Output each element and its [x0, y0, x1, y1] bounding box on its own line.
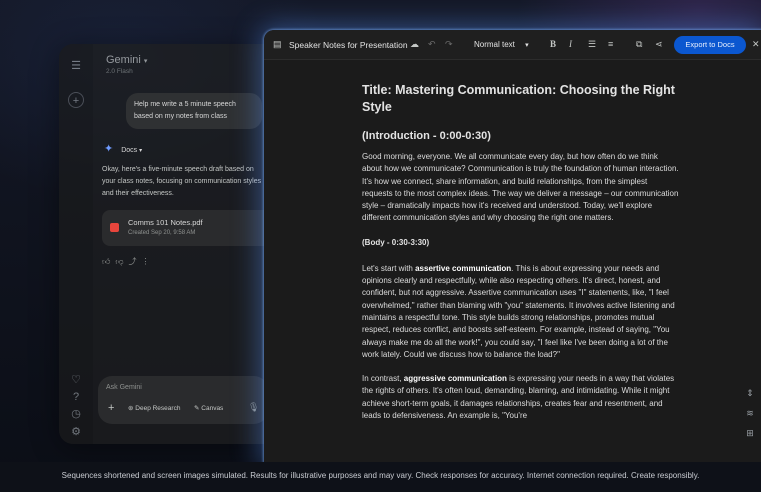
p2-text-a: In contrast,	[362, 374, 404, 384]
menu-icon[interactable]: ☰	[68, 58, 84, 74]
response-source: ✦ Docs ▾	[104, 142, 142, 155]
gemini-reply: Okay, here's a five-minute speech draft …	[102, 166, 262, 197]
settings-icon[interactable]: ⚙	[68, 424, 84, 440]
thumbs-down-icon[interactable]: 👎︎	[115, 257, 128, 266]
research-icon: ⊛	[128, 405, 134, 412]
add-icon[interactable]: +	[108, 402, 114, 414]
p1-text-b: . This is about expressing your needs an…	[362, 263, 675, 359]
attached-file-card[interactable]: Comms 101 Notes.pdf Created Sep 20, 9:58…	[102, 210, 272, 246]
cloud-icon: ☁	[410, 39, 419, 49]
more-icon[interactable]: ⋮	[142, 257, 155, 266]
redo-icon[interactable]: ↷	[445, 39, 453, 50]
document-body[interactable]: Title: Mastering Communication: Choosing…	[362, 82, 680, 434]
text-style-select[interactable]: Normal text ▾	[474, 40, 529, 49]
source-label: Docs	[121, 147, 138, 154]
canvas-chip[interactable]: ✎ Canvas	[194, 404, 223, 412]
mic-icon[interactable]: 🎙︎	[248, 402, 259, 413]
export-to-docs-button[interactable]: Export to Docs	[674, 36, 746, 54]
ask-gemini-box[interactable]: Ask Gemini + ⊛ Deep Research ✎ Canvas 🎙︎	[98, 376, 268, 424]
copy-icon[interactable]: ⧉	[636, 39, 642, 50]
undo-icon[interactable]: ↶	[428, 39, 436, 50]
close-icon[interactable]: ✕	[752, 39, 760, 50]
intro-heading: (Introduction - 0:00-0:30)	[362, 130, 491, 142]
bulleted-list-icon[interactable]: ☰	[588, 39, 596, 50]
canvas-editor: ▤ Speaker Notes for Presentation ☁ ↶ ↷ N…	[264, 30, 761, 462]
model-label: 2.0 Flash	[106, 68, 133, 75]
chevron-down-icon[interactable]: ▾	[139, 148, 142, 154]
deep-research-label: Deep Research	[135, 405, 181, 412]
thumbs-up-icon[interactable]: 👍︎	[102, 257, 115, 266]
gemini-spark-icon: ✦	[104, 143, 114, 155]
gemini-nav-rail: ☰ + ♡ ? ◷ ⚙	[59, 44, 93, 444]
share-icon[interactable]: ⤴	[129, 257, 142, 266]
canvas-toolbar: ▤ Speaker Notes for Presentation ☁ ↶ ↷ N…	[264, 30, 761, 60]
chevron-down-icon: ▾	[143, 58, 148, 65]
history-icon[interactable]: ◷	[68, 406, 84, 422]
italic-icon[interactable]: I	[569, 39, 572, 49]
disclaimer-footer: Sequences shortened and screen images si…	[0, 462, 761, 492]
deep-research-chip[interactable]: ⊛ Deep Research	[128, 404, 180, 412]
body-heading: (Body - 0:30-3:30)	[362, 237, 430, 247]
assertive-paragraph: Let's start with assertive communication…	[362, 263, 680, 361]
canvas-icon: ✎	[194, 405, 200, 412]
document-heading: Title: Mastering Communication: Choosing…	[362, 83, 675, 114]
side-tools: ⇕ ≋ ⊞	[741, 388, 759, 448]
canvas-label: Canvas	[201, 405, 224, 412]
file-date: Created Sep 20, 9:58 AM	[128, 230, 196, 236]
p1-text-a: Let's start with	[362, 263, 416, 273]
numbered-list-icon[interactable]: ≡	[608, 39, 613, 49]
gemini-title[interactable]: Gemini ▾	[106, 54, 147, 66]
chevron-down-icon: ▾	[525, 42, 529, 49]
bold-icon[interactable]: B	[550, 39, 556, 49]
help-icon[interactable]: ?	[68, 389, 84, 405]
document-icon: ▤	[273, 39, 282, 49]
aggressive-paragraph: In contrast, aggressive communication is…	[362, 373, 680, 422]
user-prompt-bubble: Help me write a 5 minute speech based on…	[126, 93, 262, 129]
p1-bold: assertive communication	[415, 263, 512, 273]
tone-icon[interactable]: ⊞	[741, 428, 759, 448]
share-icon[interactable]: ⋖	[655, 39, 663, 50]
text-style-value: Normal text	[474, 40, 515, 49]
length-icon[interactable]: ⇕	[741, 388, 759, 408]
intro-paragraph: Good morning, everyone. We all communica…	[362, 152, 679, 223]
edit-suggest-icon[interactable]: ≋	[741, 408, 759, 428]
file-name: Comms 101 Notes.pdf	[128, 218, 203, 227]
ask-input[interactable]: Ask Gemini	[106, 384, 142, 391]
gem-icon[interactable]: ♡	[68, 372, 84, 388]
p2-bold: aggressive communication	[403, 374, 507, 384]
user-prompt-text: Help me write a 5 minute speech based on…	[134, 101, 236, 120]
pdf-icon	[110, 223, 119, 232]
document-title: Speaker Notes for Presentation	[289, 40, 408, 50]
new-chat-icon[interactable]: +	[68, 92, 84, 108]
response-actions: 👍︎👎︎⤴⋮	[102, 256, 155, 267]
